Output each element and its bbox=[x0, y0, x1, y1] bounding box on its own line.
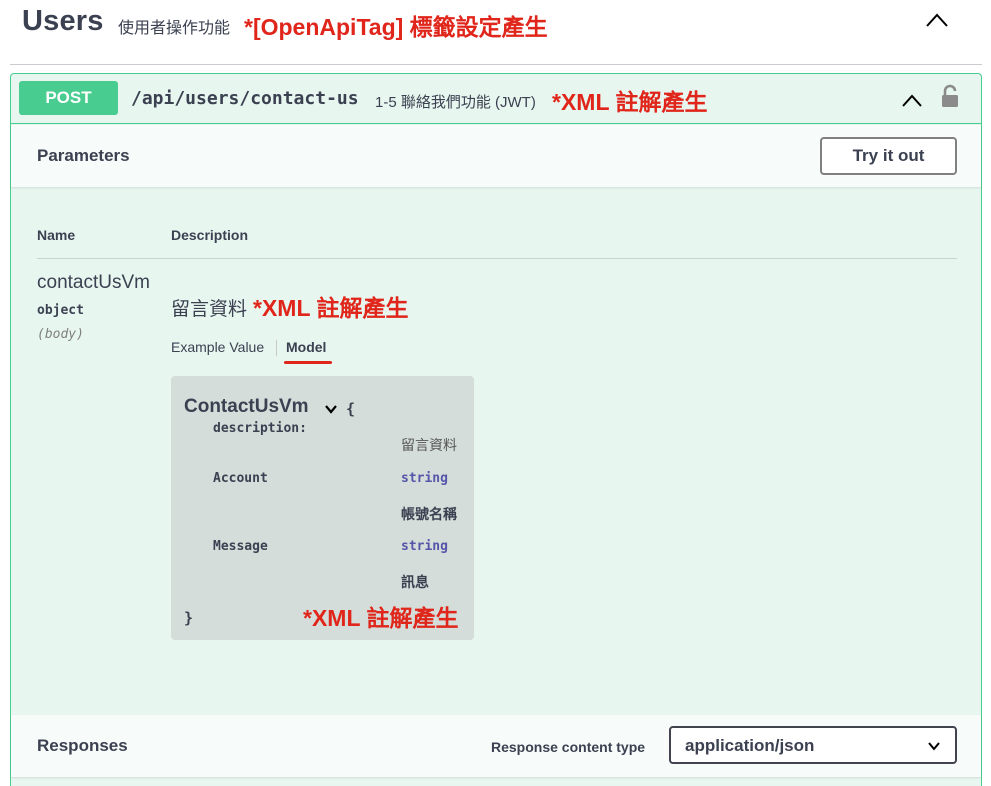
model-title[interactable]: ContactUsVm bbox=[184, 396, 309, 418]
operation-annotation: *XML 註解產生 bbox=[552, 89, 708, 115]
column-name-header: Name bbox=[37, 227, 76, 243]
model-box: ContactUsVm { description: 留言資料 Account … bbox=[171, 376, 474, 640]
parameters-header: Parameters Try it out bbox=[11, 125, 981, 187]
param-type: object bbox=[37, 303, 84, 318]
prop-type: string bbox=[401, 539, 448, 554]
model-brace-open: { bbox=[346, 400, 356, 418]
operation-summary: 1-5 聯絡我們功能 (JWT) bbox=[375, 94, 536, 111]
method-badge: POST bbox=[19, 81, 118, 115]
model-description-key: description: bbox=[213, 421, 307, 436]
chevron-down-icon[interactable] bbox=[324, 404, 338, 414]
opblock-summary[interactable]: POST /api/users/contact-us 1-5 聯絡我們功能 (J… bbox=[11, 74, 981, 124]
prop-description: 訊息 bbox=[401, 575, 429, 591]
tag-header[interactable]: Users 使用者操作功能 *[OpenApiTag] 標籤設定產生 bbox=[0, 0, 991, 66]
chevron-up-icon[interactable] bbox=[924, 10, 950, 30]
model-annotation: *XML 註解產生 bbox=[303, 605, 459, 631]
model-brace-close: } bbox=[184, 609, 194, 627]
response-content-type-value: application/json bbox=[685, 736, 815, 755]
opblock-post: POST /api/users/contact-us 1-5 聯絡我們功能 (J… bbox=[10, 73, 982, 786]
tag-description: 使用者操作功能 bbox=[118, 20, 231, 37]
param-annotation: *XML 註解產生 bbox=[253, 295, 409, 321]
responses-title: Responses bbox=[37, 736, 128, 755]
model-description-value: 留言資料 bbox=[401, 438, 457, 454]
prop-key: Message bbox=[213, 539, 268, 554]
chevron-up-icon[interactable] bbox=[900, 91, 924, 109]
parameters-title: Parameters bbox=[37, 146, 130, 165]
param-name: contactUsVm bbox=[37, 272, 150, 293]
param-description: 留言資料 bbox=[171, 299, 248, 320]
tab-example-value[interactable]: Example Value bbox=[171, 339, 264, 355]
operation-path: /api/users/contact-us bbox=[131, 88, 359, 109]
tab-separator bbox=[276, 340, 277, 356]
try-it-out-button[interactable]: Try it out bbox=[820, 137, 957, 175]
tag-annotation: *[OpenApiTag] 標籤設定產生 bbox=[244, 14, 548, 40]
prop-type: string bbox=[401, 471, 448, 486]
tab-model[interactable]: Model bbox=[286, 339, 326, 355]
param-location: (body) bbox=[37, 327, 84, 342]
response-content-type-label: Response content type bbox=[491, 739, 646, 755]
prop-key: Account bbox=[213, 471, 268, 486]
response-content-type-select[interactable]: application/json bbox=[669, 726, 957, 764]
column-description-header: Description bbox=[171, 227, 249, 243]
responses-header: Responses Response content type applicat… bbox=[11, 715, 981, 777]
tab-model-underline bbox=[284, 361, 332, 364]
prop-description: 帳號名稱 bbox=[401, 507, 457, 523]
header-divider bbox=[37, 258, 957, 259]
tag-title: Users bbox=[22, 5, 104, 37]
tag-divider bbox=[10, 64, 982, 65]
chevron-down-icon bbox=[928, 742, 940, 751]
lock-icon[interactable] bbox=[939, 83, 961, 109]
